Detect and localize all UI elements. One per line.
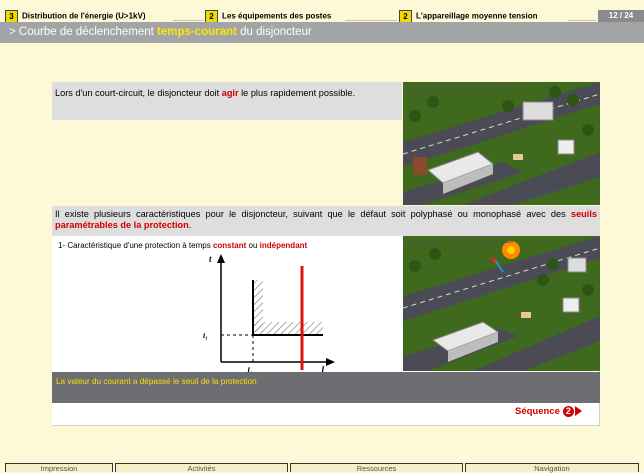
intro-text-part: le plus rapidement possible. (238, 88, 356, 98)
breadcrumb-item-1[interactable]: 3 Distribution de l'énergie (U>1kV) (5, 10, 146, 23)
characteristic-emphasis: constant (212, 241, 247, 250)
sequence-next-button[interactable]: Séquence 2 (515, 405, 582, 419)
explanation-text-part: Il existe plusieurs caractéristiques pou… (55, 209, 571, 219)
t-axis-label: t (209, 254, 212, 264)
play-arrow-icon (574, 406, 582, 417)
characteristic-title: 1- Caractéristique d'une protection à te… (58, 241, 307, 250)
title-suffix: du disjoncteur (236, 26, 312, 38)
intro-emphasis: agir (221, 88, 239, 98)
t1-label: t₁ (203, 331, 208, 340)
characteristic-text: ou (246, 241, 260, 250)
breadcrumb-item-2[interactable]: 2 Les équipements des postes (205, 10, 332, 23)
breadcrumb-divider (568, 20, 596, 21)
hatched-zone-horizontal (253, 322, 323, 334)
nav-navigation-button[interactable]: Navigation (465, 463, 639, 473)
title-highlight: temps-courant (157, 26, 237, 38)
breadcrumb-label: Les équipements des postes (222, 11, 332, 21)
breadcrumb-label: L'appareillage moyenne tension (416, 11, 538, 21)
nav-resources-button[interactable]: Ressources (290, 463, 463, 473)
time-current-graph: t t₁ I₁ I (195, 250, 335, 375)
breadcrumb-label: Distribution de l'énergie (U>1kV) (22, 11, 146, 21)
explanation-text-part: . (188, 220, 192, 230)
sequence-label: Séquence (515, 406, 560, 417)
breadcrumb-divider (173, 20, 203, 21)
substation-illustration (403, 82, 600, 205)
characteristic-text: 1- Caractéristique d'une protection à te… (58, 241, 213, 250)
characteristic-emphasis: indépendant (259, 241, 308, 250)
intro-text: Lors d'un court-circuit, le disjoncteur … (52, 82, 402, 120)
breadcrumb-item-3[interactable]: 2 L'appareillage moyenne tension (399, 10, 538, 23)
nav-activities-button[interactable]: Activités (115, 463, 288, 473)
nav-print-button[interactable]: Impression (5, 463, 113, 473)
title-prefix: > Courbe de déclenchement (9, 26, 158, 38)
sequence-number-badge: 2 (562, 405, 574, 417)
page-title: > Courbe de déclenchement temps-courant … (0, 22, 644, 43)
fault-illustration (403, 236, 600, 371)
page-number: 12 / 24 (598, 10, 644, 22)
breadcrumb-divider (345, 20, 397, 21)
intro-text-part: Lors d'un court-circuit, le disjoncteur … (55, 88, 222, 98)
explanation-text: Il existe plusieurs caractéristiques pou… (52, 206, 600, 236)
status-message: La valeur du courant a dépassé le seuil … (52, 372, 600, 403)
